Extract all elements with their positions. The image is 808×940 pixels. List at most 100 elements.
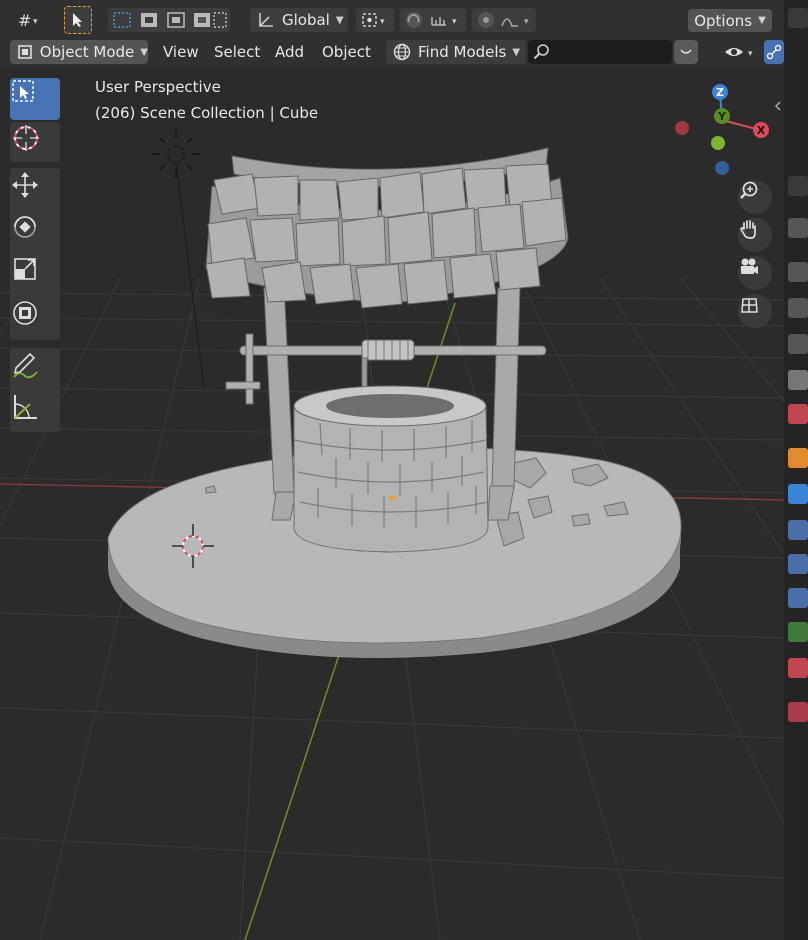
search-input[interactable] xyxy=(528,40,672,64)
measure-icon xyxy=(14,395,37,419)
data-properties-icon[interactable] xyxy=(788,622,808,642)
mode-dropdown[interactable]: Object Mode ▼ xyxy=(10,40,148,64)
editor-type-button[interactable]: # ▾ xyxy=(10,8,50,32)
gizmo-z-label: Z xyxy=(716,86,724,99)
pivot-icon: ▾ xyxy=(362,13,385,27)
annotate-icon xyxy=(13,352,38,379)
menu-select[interactable]: Select xyxy=(208,40,266,64)
light-object xyxy=(152,130,205,389)
menu-add[interactable]: Add xyxy=(269,40,310,64)
navigation-gizmo[interactable]: Z Y X xyxy=(664,78,784,188)
hand-icon xyxy=(740,220,756,239)
select-mode-group xyxy=(108,8,230,32)
view-layer-icon[interactable] xyxy=(788,334,808,354)
tool-scale[interactable] xyxy=(10,254,60,294)
pivot-point-dropdown[interactable]: ▾ xyxy=(356,8,394,32)
scene-properties-icon[interactable] xyxy=(788,370,808,390)
search-icon xyxy=(533,44,549,60)
svg-text:▾: ▾ xyxy=(748,49,753,59)
tool-cursor[interactable] xyxy=(10,122,60,162)
camera-view-button[interactable] xyxy=(738,256,772,290)
snapping-group[interactable]: ▾ xyxy=(400,8,466,32)
menu-view[interactable]: View xyxy=(157,40,205,64)
object-mode-icon xyxy=(18,45,32,59)
transform-icon xyxy=(13,301,37,325)
ortho-toggle-button[interactable] xyxy=(738,294,772,328)
scene-render xyxy=(0,130,784,940)
tool-measure[interactable] xyxy=(10,392,60,432)
object-properties-icon[interactable] xyxy=(788,448,808,468)
chevron-down-icon: ▼ xyxy=(335,14,344,26)
modifier-properties-icon[interactable] xyxy=(788,484,808,504)
svg-text:▾: ▾ xyxy=(452,17,457,27)
tool-rotate[interactable] xyxy=(10,212,60,252)
neg-x-handle xyxy=(675,121,689,135)
eye-icon: ▾ xyxy=(725,48,753,59)
gizmo-x-label: X xyxy=(757,124,766,137)
output-properties-icon[interactable] xyxy=(788,298,808,318)
properties-editor-icon[interactable] xyxy=(788,176,808,196)
svg-text:▾: ▾ xyxy=(33,17,38,27)
tweak-tool-button[interactable] xyxy=(64,6,92,34)
physics-icon[interactable] xyxy=(788,554,808,574)
globe-icon xyxy=(393,43,411,61)
find-models-dropdown[interactable]: Find Models ▼ xyxy=(386,40,526,64)
move-icon xyxy=(12,172,38,198)
roof xyxy=(205,147,569,309)
rotate-icon xyxy=(14,216,36,238)
pointer-icon xyxy=(73,13,82,27)
orientation-dropdown[interactable]: Global ▼ xyxy=(250,8,348,32)
chevron-down-icon: ▼ xyxy=(758,15,766,26)
origin-dot xyxy=(389,495,395,501)
gizmo-icon xyxy=(766,44,782,60)
well-body xyxy=(293,385,489,553)
constraints-icon[interactable] xyxy=(788,588,808,608)
tool-annotate[interactable] xyxy=(10,350,60,390)
world-properties-icon[interactable] xyxy=(788,404,808,424)
neg-y-handle xyxy=(711,136,725,150)
camera-icon xyxy=(741,258,758,274)
visibility-dropdown[interactable]: ▾ xyxy=(720,40,760,64)
particles-icon[interactable] xyxy=(788,520,808,540)
pan-button[interactable] xyxy=(738,218,772,252)
zoom-icon xyxy=(740,181,758,199)
tool-move[interactable] xyxy=(10,170,60,210)
gizmo-y-label: Y xyxy=(717,110,727,123)
editor-type-icon: # ▾ xyxy=(18,11,38,29)
options-dropdown[interactable]: Options ▼ xyxy=(688,9,772,32)
grid-icon xyxy=(741,298,758,313)
chevron-down-icon: ▼ xyxy=(512,46,521,58)
tool-transform[interactable] xyxy=(10,298,60,338)
svg-text:#: # xyxy=(18,11,31,29)
mode-label: Object Mode xyxy=(39,43,135,61)
collection-label: (206) Scene Collection | Cube xyxy=(95,104,319,122)
select-mode-icons[interactable] xyxy=(110,10,228,30)
svg-text:▾: ▾ xyxy=(380,17,385,27)
properties-sidebar xyxy=(784,0,808,940)
tool-properties-icon[interactable] xyxy=(788,218,808,238)
tool-header: # ▾ Global ▼ ▾ ▾ ▾ Options ▼ xyxy=(0,0,784,40)
snap-icon: ▾ xyxy=(406,12,457,28)
3d-viewport[interactable]: User Perspective (206) Scene Collection … xyxy=(0,68,784,940)
proportional-edit-group[interactable]: ▾ xyxy=(472,8,536,32)
texture-properties-icon[interactable] xyxy=(788,702,808,722)
find-models-label: Find Models xyxy=(418,43,507,61)
gizmo-toggle-button[interactable] xyxy=(764,40,784,64)
neg-z-handle xyxy=(715,161,729,175)
proportional-edit-icon: ▾ xyxy=(478,12,529,28)
scale-icon xyxy=(14,258,36,280)
chevron-down-icon: ▼ xyxy=(140,46,148,58)
render-properties-icon[interactable] xyxy=(788,262,808,282)
editor-type-icon[interactable] xyxy=(788,8,808,28)
tool-select-box[interactable] xyxy=(10,78,60,120)
cursor-icon xyxy=(13,125,39,151)
select-box-icon xyxy=(12,80,34,102)
svg-text:▾: ▾ xyxy=(524,17,529,27)
search-options-button[interactable] xyxy=(674,40,698,64)
zoom-button[interactable] xyxy=(738,180,772,214)
options-label: Options xyxy=(694,11,753,30)
orientation-icon xyxy=(259,13,273,27)
material-properties-icon[interactable] xyxy=(788,658,808,678)
perspective-label: User Perspective xyxy=(95,78,221,96)
menu-object[interactable]: Object xyxy=(316,40,377,64)
